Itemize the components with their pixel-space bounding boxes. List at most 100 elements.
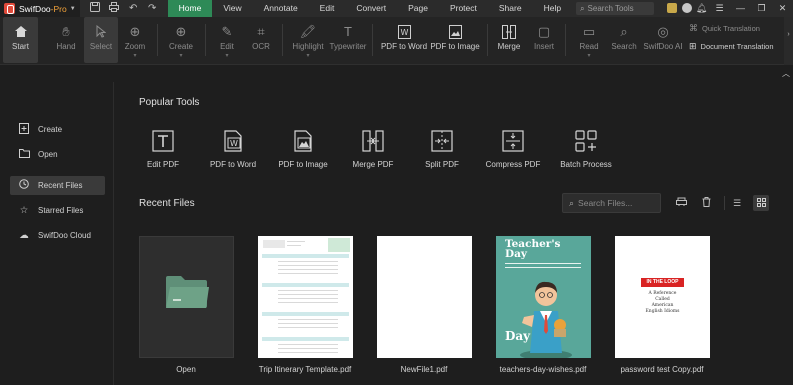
- scanner-icon: [675, 197, 687, 209]
- text-icon: T: [344, 24, 352, 39]
- document-translate-icon: ⊞: [689, 41, 697, 51]
- ribbon-separator: [205, 24, 206, 56]
- menu-protect[interactable]: Protect: [439, 0, 488, 17]
- ai-icon: ◎: [657, 23, 669, 39]
- menu-edit[interactable]: Edit: [309, 0, 346, 17]
- pdf-to-image-button[interactable]: PDF to Image: [430, 17, 480, 63]
- restore-icon[interactable]: ❐: [751, 3, 772, 14]
- start-button[interactable]: Start: [3, 17, 38, 63]
- menu-bar: Home View Annotate Edit Convert Page Pro…: [167, 0, 572, 17]
- swifdoo-ai-button[interactable]: ◎ SwifDoo AI: [642, 17, 684, 63]
- chevron-down-icon: ▾: [306, 53, 310, 59]
- merge-button[interactable]: Merge: [494, 17, 524, 63]
- app-menu-button[interactable]: SwifDoo-Pro ▼: [0, 0, 80, 17]
- typewriter-button[interactable]: T Typewriter: [329, 17, 367, 63]
- menu-home[interactable]: Home: [167, 0, 213, 17]
- sidebar-item-starred-files[interactable]: ☆ Starred Files: [10, 201, 105, 220]
- open-file-card[interactable]: [139, 236, 234, 358]
- grid-icon: [756, 197, 766, 209]
- pdf-to-word-icon: W: [397, 24, 411, 39]
- search-document-icon: ⌕: [620, 23, 628, 39]
- quick-translation-label: Quick Translation: [702, 24, 760, 33]
- list-view-button[interactable]: ☰: [729, 195, 745, 211]
- grid-view-button[interactable]: [753, 195, 769, 211]
- bell-icon[interactable]: 🔔︎: [694, 3, 709, 14]
- tool-split-pdf[interactable]: Split PDF: [406, 130, 478, 169]
- home-icon: [14, 24, 28, 39]
- zoom-label: Zoom: [124, 42, 146, 51]
- collapse-ribbon-icon[interactable]: ︿: [782, 68, 790, 79]
- search-icon: ⌕: [569, 197, 575, 208]
- hand-tool-button[interactable]: ✋︎ Hand: [52, 17, 80, 63]
- zoom-button[interactable]: ⊕ Zoom ▾: [120, 17, 150, 63]
- file-thumbnail-newfile1[interactable]: [377, 236, 472, 358]
- scan-to-pdf-button[interactable]: [673, 195, 689, 211]
- tool-compress-pdf[interactable]: Compress PDF: [477, 130, 549, 169]
- search-tools-input[interactable]: ⌕ Search Tools: [576, 2, 655, 15]
- tool-pdf-to-word[interactable]: W PDF to Word: [197, 130, 269, 169]
- delete-button[interactable]: [698, 195, 714, 211]
- undo-icon[interactable]: ↶: [124, 3, 143, 14]
- search-files-input[interactable]: ⌕ Search Files...: [562, 193, 661, 213]
- user-avatar-icon[interactable]: [679, 2, 694, 15]
- menu-convert[interactable]: Convert: [345, 0, 397, 17]
- search-button[interactable]: ⌕ Search: [609, 17, 639, 63]
- menu-annotate[interactable]: Annotate: [253, 0, 309, 17]
- sidebar-item-swifdoo-cloud[interactable]: ☁︎ SwifDoo Cloud: [10, 226, 105, 245]
- thumbnail-text-line: [278, 348, 338, 349]
- merge-label: Merge: [497, 42, 521, 51]
- ocr-label: OCR: [252, 42, 270, 51]
- tool-batch-process[interactable]: Batch Process: [550, 130, 622, 169]
- tool-pdf-to-image[interactable]: PDF to Image: [267, 130, 339, 169]
- file-thumbnail-password-test[interactable]: IN THE LOOP A Reference Called American …: [615, 236, 710, 358]
- thumbnail-day-band: [262, 283, 349, 287]
- tool-label: Compress PDF: [485, 160, 541, 169]
- ribbon-separator: [282, 24, 283, 56]
- swifdoo-ai-label: SwifDoo AI: [643, 42, 683, 51]
- menu-help[interactable]: Help: [533, 0, 572, 17]
- ribbon-separator: [157, 24, 158, 56]
- insert-button[interactable]: ▢ Insert: [530, 17, 558, 63]
- gift-icon[interactable]: [664, 2, 679, 15]
- chevron-down-icon: ▾: [225, 53, 229, 59]
- file-thumbnail-trip-itinerary[interactable]: [258, 236, 353, 358]
- quick-translation-button[interactable]: ⌘ Quick Translation: [689, 23, 760, 34]
- sidebar-item-label: Starred Files: [38, 206, 84, 215]
- document-translation-button[interactable]: ⊞ Document Translation: [689, 41, 774, 52]
- menu-icon[interactable]: ☰: [709, 3, 730, 14]
- tool-edit-pdf[interactable]: Edit PDF: [127, 130, 199, 169]
- close-icon[interactable]: ✕: [772, 3, 793, 14]
- pdf-to-word-button[interactable]: W PDF to Word: [380, 17, 428, 63]
- select-label: Select: [89, 42, 113, 51]
- file-thumbnail-teachers-day[interactable]: Teacher's Day Day: [496, 236, 591, 358]
- create-label: Create: [168, 42, 193, 51]
- redo-icon[interactable]: ↷: [143, 3, 162, 14]
- menu-share[interactable]: Share: [488, 0, 533, 17]
- read-label: Read: [579, 42, 599, 51]
- ribbon-scroll-right-button[interactable]: ›: [784, 17, 793, 65]
- edit-button[interactable]: ✎ Edit ▾: [213, 17, 241, 63]
- thumbnail-text-line: [278, 294, 338, 295]
- app-logo-icon: [4, 3, 15, 14]
- clock-icon: [18, 179, 30, 192]
- ocr-button[interactable]: ⌗ OCR: [248, 17, 274, 63]
- thumbnail-text-line: [278, 344, 338, 345]
- thumbnail-heading: Day: [505, 329, 531, 343]
- thumbnail-text-line: [278, 298, 338, 299]
- minimize-icon[interactable]: —: [730, 3, 751, 14]
- menu-page[interactable]: Page: [397, 0, 439, 17]
- compress-pdf-icon: [502, 130, 524, 152]
- print-icon[interactable]: [105, 2, 124, 15]
- tool-merge-pdf[interactable]: Merge PDF: [337, 130, 409, 169]
- insert-page-icon: ▢: [537, 23, 551, 39]
- sidebar-item-recent-files[interactable]: Recent Files: [10, 176, 105, 195]
- thumbnail-text-line: [278, 319, 338, 320]
- sidebar-item-open[interactable]: Open: [10, 145, 105, 164]
- sidebar-item-create[interactable]: Create: [10, 120, 105, 139]
- create-button[interactable]: ⊕ Create ▾: [166, 17, 196, 63]
- highlight-button[interactable]: 🖍︎ Highlight ▾: [290, 17, 326, 63]
- read-button[interactable]: ▭ Read ▾: [575, 17, 603, 63]
- select-tool-button[interactable]: Select: [84, 17, 118, 63]
- menu-view[interactable]: View: [212, 0, 252, 17]
- save-icon[interactable]: [86, 2, 105, 15]
